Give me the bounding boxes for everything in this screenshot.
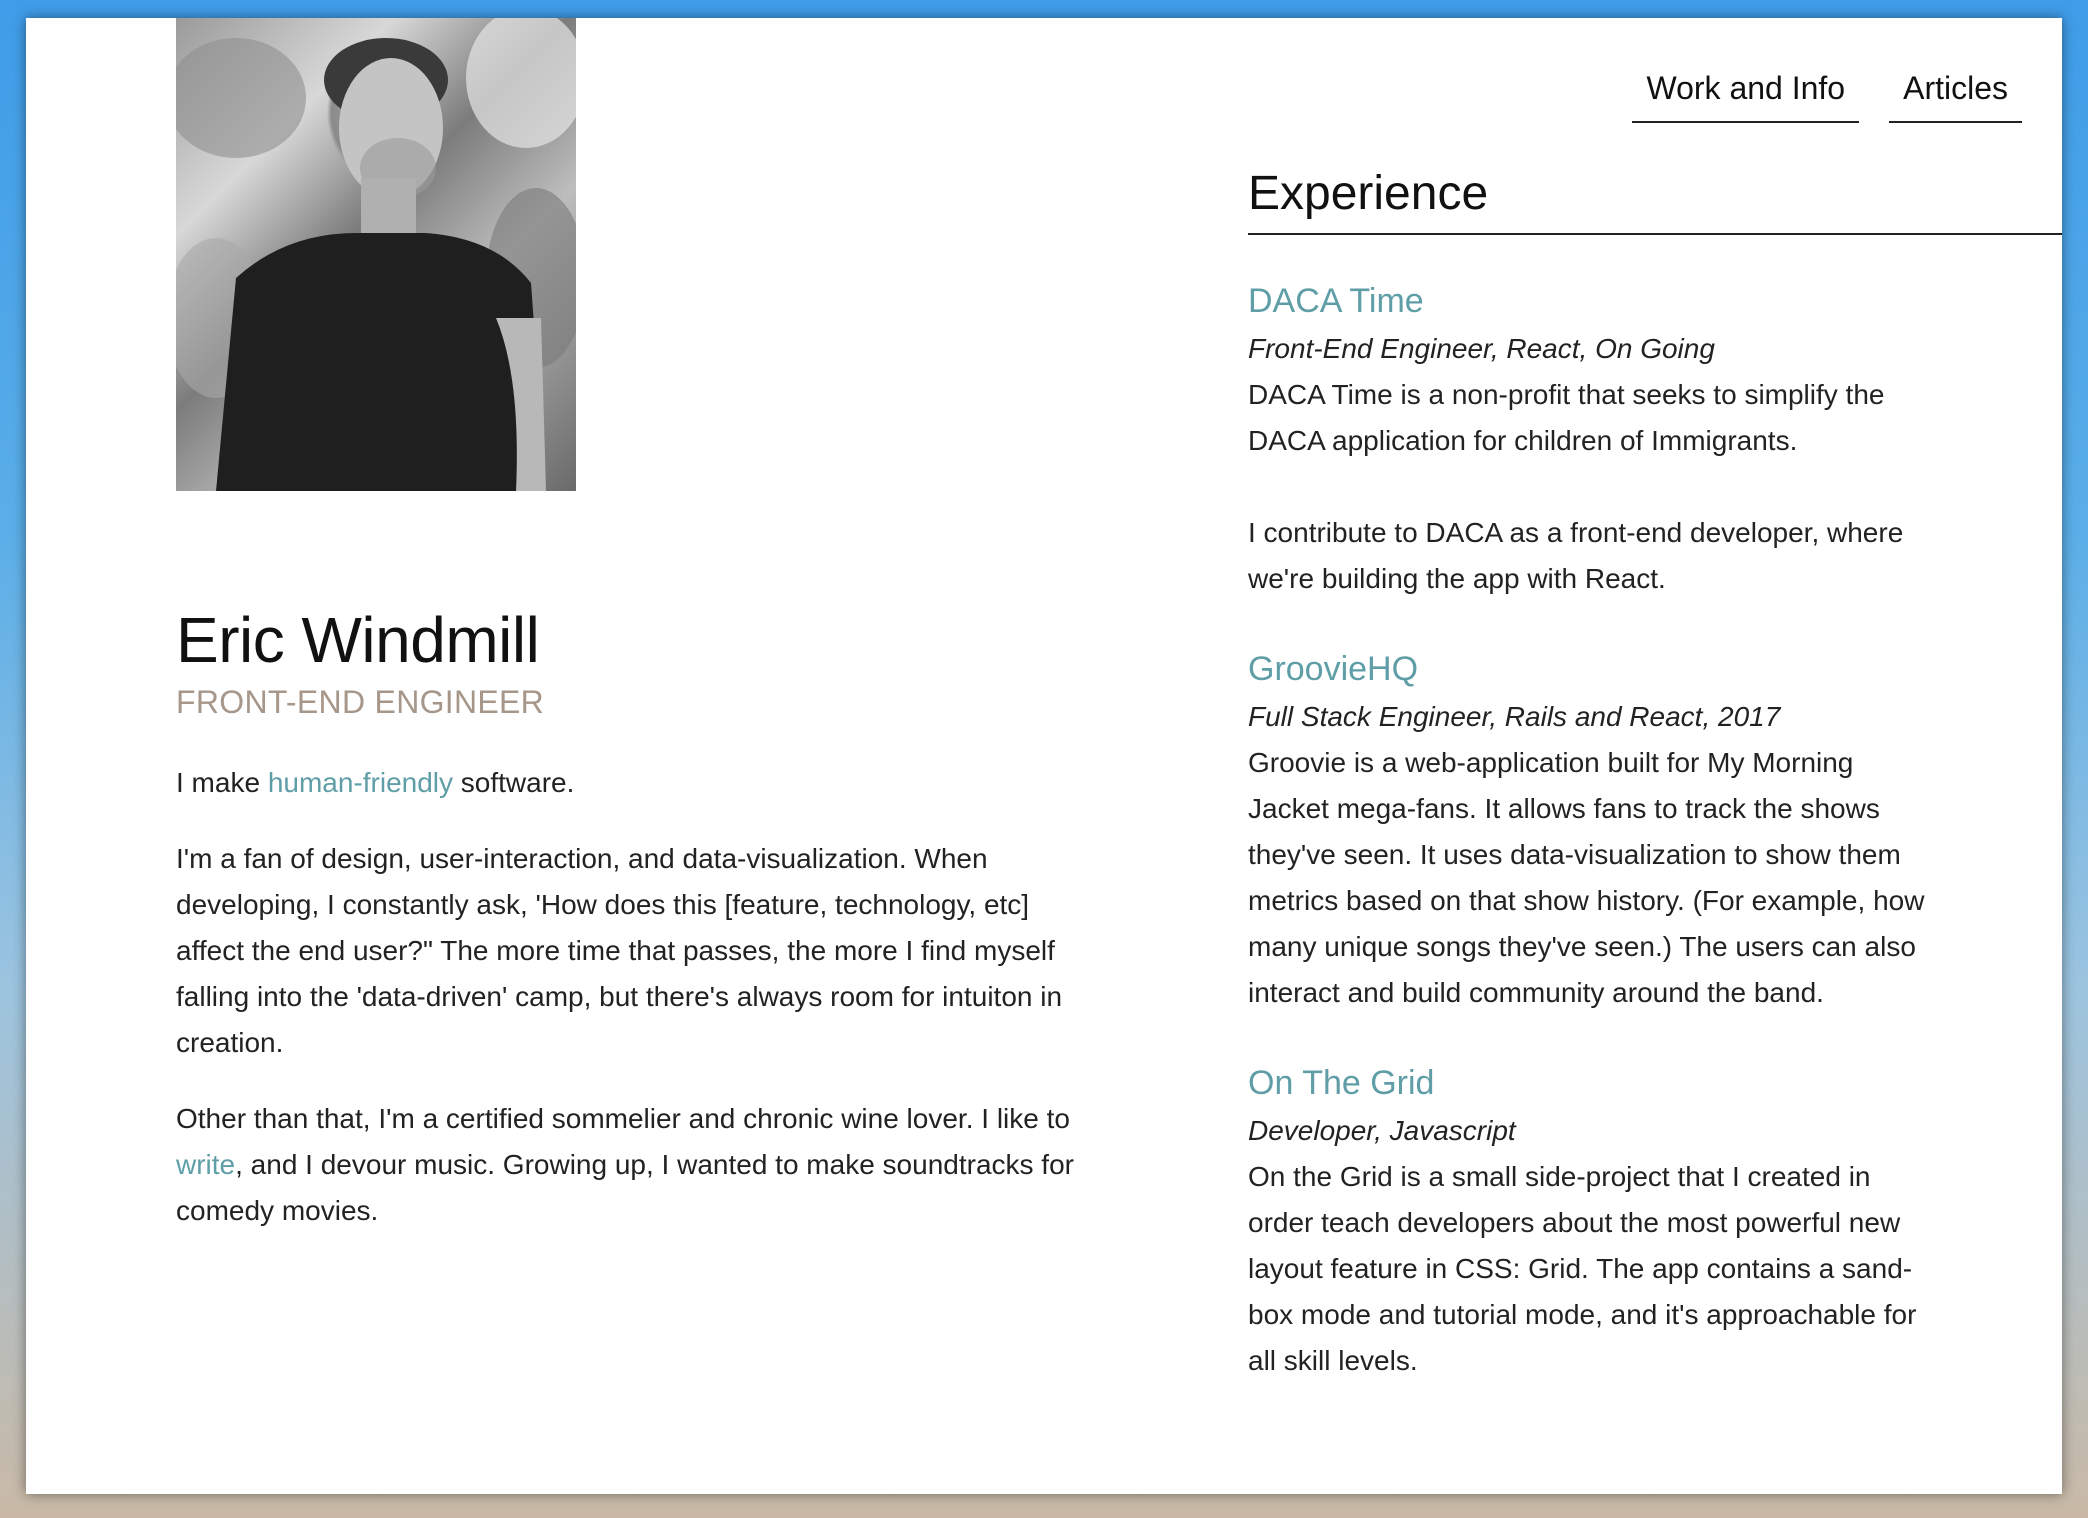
job-desc-paragraph: Groovie is a web-application built for M… — [1248, 747, 1925, 1008]
para3-text-after: , and I devour music. Growing up, I want… — [176, 1149, 1074, 1226]
intro-paragraph: I make human-friendly software. — [176, 760, 1096, 806]
job-description: DACA Time is a non-profit that seeks to … — [1248, 372, 1928, 602]
bio-paragraph-2: I'm a fan of design, user-interaction, a… — [176, 843, 1063, 1058]
job-title-daca-time[interactable]: DACA Time — [1248, 276, 1928, 326]
job-desc-paragraph: DACA Time is a non-profit that seeks to … — [1248, 379, 1885, 456]
profile-title: FRONT-END ENGINEER — [176, 684, 545, 720]
job-title-on-the-grid[interactable]: On The Grid — [1248, 1058, 1928, 1108]
job-desc-paragraph: I contribute to DACA as a front-end deve… — [1248, 517, 1904, 594]
portrait-graphic — [176, 18, 576, 491]
job-groovie-hq: GroovieHQ Full Stack Engineer, Rails and… — [1248, 644, 1928, 1016]
experience-list: DACA Time Front-End Engineer, React, On … — [1248, 276, 1928, 1426]
para3-text-before: Other than that, I'm a certified sommeli… — [176, 1103, 1070, 1134]
nav-work-and-info[interactable]: Work and Info — [1632, 48, 1860, 123]
profile-name: Eric Windmill — [176, 604, 540, 676]
job-meta: Developer, Javascript — [1248, 1115, 1516, 1146]
profile-bio: I make human-friendly software. I'm a fa… — [176, 760, 1096, 1264]
job-description: Groovie is a web-application built for M… — [1248, 740, 1928, 1016]
job-meta: Front-End Engineer, React, On Going — [1248, 333, 1715, 364]
job-meta: Full Stack Engineer, Rails and React, 20… — [1248, 701, 1781, 732]
intro-text-after: software. — [453, 767, 575, 798]
human-friendly-link[interactable]: human-friendly — [268, 767, 453, 798]
write-link[interactable]: write — [176, 1149, 235, 1180]
page: Eric Windmill FRONT-END ENGINEER I make … — [26, 18, 2062, 1494]
profile-photo — [176, 18, 576, 491]
job-desc-paragraph: On the Grid is a small side-project that… — [1248, 1161, 1917, 1376]
intro-text-before: I make — [176, 767, 268, 798]
top-nav: Work and Info Articles — [1632, 48, 2022, 123]
bio-paragraph-3: Other than that, I'm a certified sommeli… — [176, 1096, 1096, 1234]
job-on-the-grid: On The Grid Developer, Javascript On the… — [1248, 1058, 1928, 1384]
experience-heading: Experience — [1248, 166, 2062, 235]
job-daca-time: DACA Time Front-End Engineer, React, On … — [1248, 276, 1928, 602]
job-title-groovie-hq[interactable]: GroovieHQ — [1248, 644, 1928, 694]
nav-articles[interactable]: Articles — [1889, 48, 2022, 123]
job-description: On the Grid is a small side-project that… — [1248, 1154, 1928, 1384]
